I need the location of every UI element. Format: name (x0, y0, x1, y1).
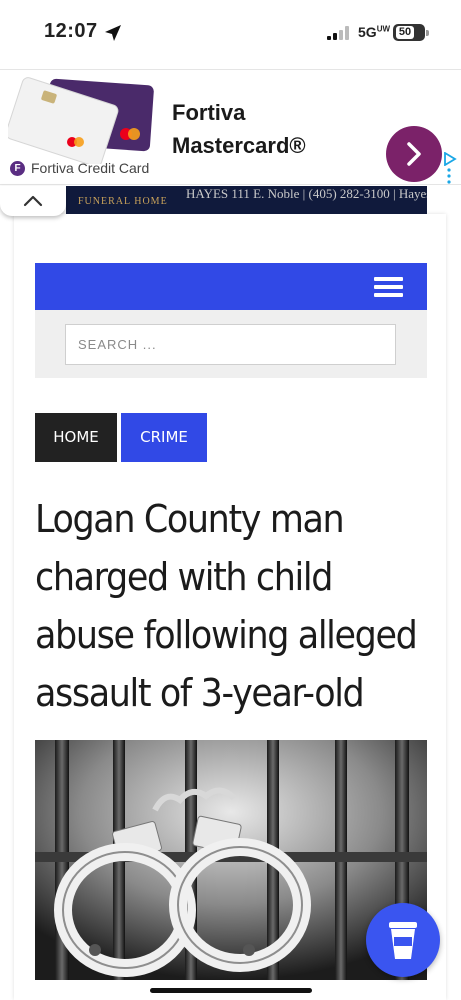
menu-icon[interactable] (374, 277, 403, 298)
ad-title-line2[interactable]: Mastercard® (172, 129, 306, 162)
ad-choices-icon[interactable] (443, 152, 457, 166)
battery-tip (426, 30, 429, 36)
ad-sponsor[interactable]: F Fortiva Credit Card (10, 160, 149, 176)
funeral-home-info: HAYES 111 E. Noble | (405) 282-3100 | Ha… (186, 186, 427, 201)
status-time: 12:07 (44, 20, 98, 42)
main-navbar (35, 263, 427, 310)
buy-me-coffee-button[interactable] (366, 903, 440, 977)
chevron-up-icon (23, 195, 43, 207)
sponsor-name[interactable]: Fortiva Credit Card (31, 160, 149, 176)
funeral-home-banner[interactable]: FUNERAL HOME HAYES 111 E. Noble | (405) … (66, 186, 427, 214)
search-input[interactable] (65, 324, 396, 365)
breadcrumb-home[interactable]: HOME (35, 413, 117, 462)
search-area (35, 310, 427, 378)
ad-title[interactable]: Fortiva Mastercard® (172, 96, 306, 162)
battery-icon: 50 (393, 24, 425, 41)
funeral-home-name: FUNERAL HOME (78, 196, 168, 207)
sponsor-logo-icon: F (10, 160, 25, 176)
ad-menu-dots-icon[interactable] (446, 168, 452, 184)
chevron-right-icon (407, 142, 421, 166)
ad-title-line1[interactable]: Fortiva (172, 96, 306, 129)
status-bar: 12:07 5GUW 50 (0, 0, 461, 68)
network-label: 5GUW (358, 24, 391, 40)
ad-banner[interactable]: Fortiva Mastercard® F Fortiva Credit Car… (0, 69, 461, 185)
breadcrumb-crime[interactable]: CRIME (121, 413, 207, 462)
home-indicator (150, 988, 312, 993)
battery-level: 50 (396, 26, 414, 39)
ad-collapse-button[interactable] (0, 186, 66, 216)
coffee-cup-icon (389, 922, 417, 959)
article-headline: Logan County man charged with child abus… (35, 497, 418, 715)
location-arrow-icon (105, 25, 121, 41)
cell-signal-icon (327, 26, 349, 40)
credit-card-image (8, 77, 154, 164)
ad-cta-button[interactable] (386, 126, 442, 182)
